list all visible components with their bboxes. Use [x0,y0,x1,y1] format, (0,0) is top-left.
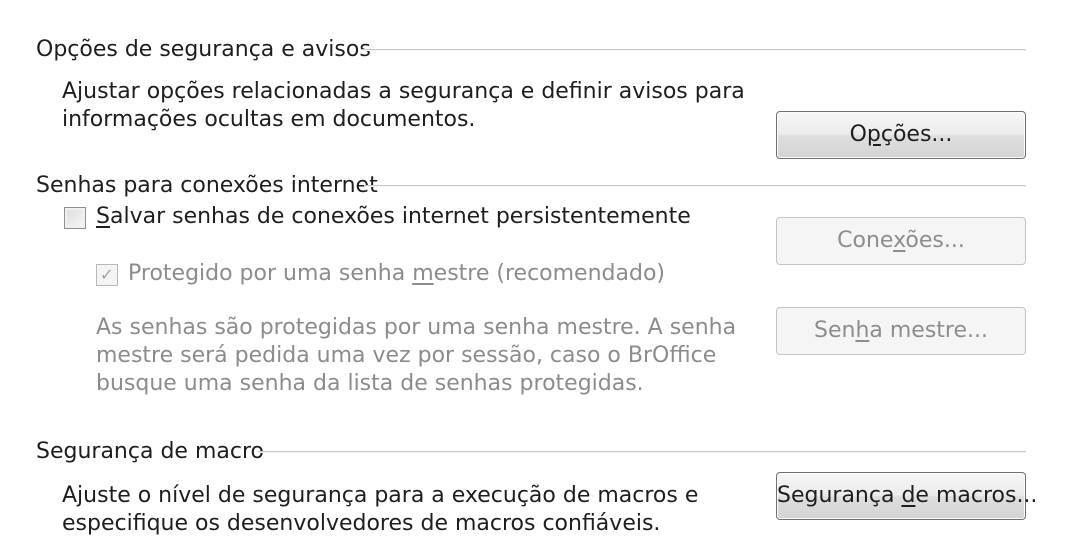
save-passwords-checkbox[interactable] [64,207,86,229]
master-password-label[interactable]: Protegido por uma senha mestre (recomend… [128,260,665,288]
macro-description-line1: Ajuste o nível de segurança para a execu… [62,483,699,508]
security-description-line1: Ajustar opções relacionadas a segurança … [62,79,745,104]
master-password-checkbox[interactable]: ✓ [96,264,118,286]
master-password-button[interactable]: Senha mestre... [776,307,1026,355]
macro-section-divider [258,451,1026,453]
macro-security-button[interactable]: Segurança de macros... [776,472,1037,520]
master-password-description-line1: As senhas são protegidas por uma senha m… [96,315,737,340]
security-section-divider [362,49,1026,51]
check-icon: ✓ [100,265,114,284]
passwords-section-title: Senhas para conexões internet [36,173,378,198]
macro-description-line2: especifique os desenvolvedores de macros… [62,511,661,536]
security-section-title: Opções de segurança e avisos [36,37,371,62]
security-options-button[interactable]: Opções... [776,111,1026,159]
security-description-line2: informações ocultas em documentos. [62,107,476,132]
master-password-description-line3: busque uma senha da lista de senhas prot… [96,371,644,396]
passwords-section-divider [364,185,1026,187]
master-password-description-line2: mestre será pedida uma vez por sessão, c… [96,343,717,368]
save-passwords-label[interactable]: Salvar senhas de conexões internet persi… [96,203,691,231]
macro-section-title: Segurança de macro [36,439,264,464]
connections-button[interactable]: Conexões... [776,217,1026,265]
